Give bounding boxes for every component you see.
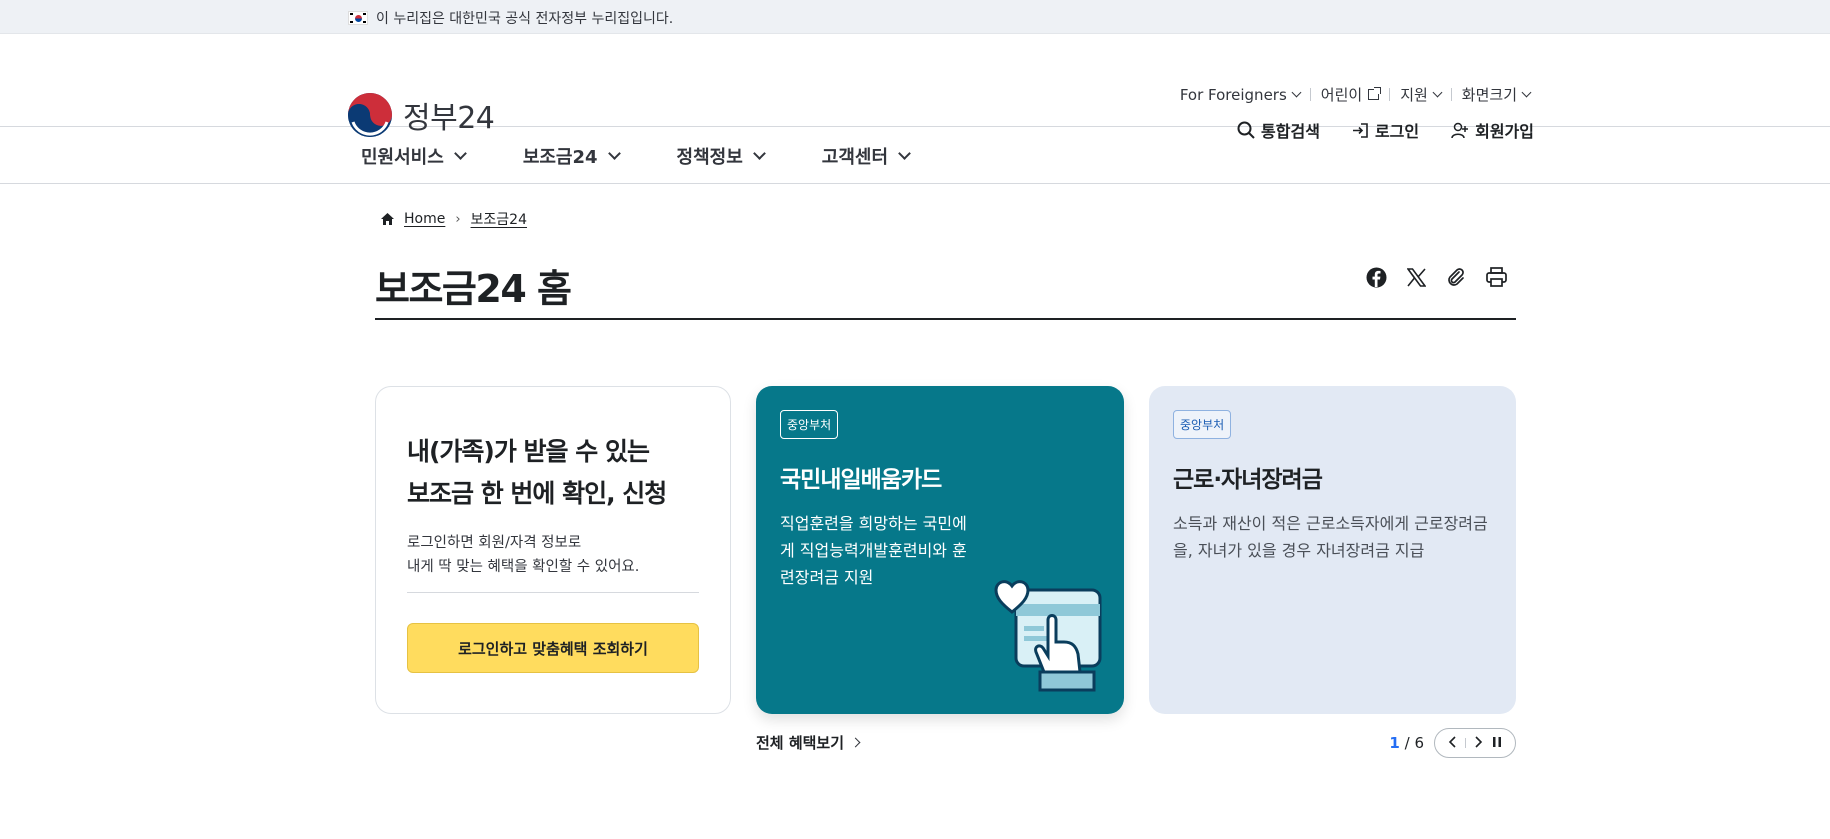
nav-label: 보조금24: [522, 146, 598, 168]
title-divider: [375, 318, 1516, 320]
support-label: 지원: [1400, 86, 1428, 104]
screen-size-menu[interactable]: 화면크기: [1452, 84, 1540, 105]
nav-label: 민원서비스: [361, 146, 444, 168]
benefit-title: 국민내일배움카드: [780, 467, 942, 493]
title-line-1: 내(가족)가 받을 수 있는: [407, 437, 650, 466]
facebook-icon[interactable]: [1365, 266, 1387, 288]
external-link-icon: [1368, 87, 1382, 100]
breadcrumb: Home › 보조금24: [381, 209, 527, 229]
nav-label: 정책정보: [676, 146, 743, 168]
breadcrumb-current-link[interactable]: 보조금24: [471, 209, 527, 229]
nav-label: 고객센터: [821, 146, 889, 168]
home-icon: [381, 213, 394, 225]
pause-slide-button[interactable]: [1492, 734, 1502, 752]
desc-line-2: 내게 딱 맞는 혜택을 확인할 수 있어요.: [407, 559, 640, 575]
gov-notice-text: 이 누리집은 대한민국 공식 전자정부 누리집입니다.: [376, 11, 674, 27]
benefit-slide-card[interactable]: 중앙부처 국민내일배움카드 직업훈련을 희망하는 국민에게 직업능력개발훈련비와…: [756, 386, 1124, 714]
next-slide-button[interactable]: [1475, 734, 1483, 752]
pause-icon: [1493, 737, 1502, 747]
divider: [407, 592, 699, 593]
chevron-right-icon: [850, 737, 861, 748]
benefit-description: 직업훈련을 희망하는 국민에게 직업능력개발훈련비와 훈련장려금 지원: [780, 514, 967, 587]
chevron-down-icon: [1521, 87, 1532, 98]
prev-slide-button[interactable]: [1448, 734, 1456, 752]
title-line-2: 보조금 한 번에 확인, 신청: [407, 479, 667, 508]
view-all-label: 전체 혜택보기: [756, 734, 845, 752]
benefit-title: 근로·자녀장려금: [1173, 467, 1323, 493]
chevron-left-icon: [1448, 736, 1456, 748]
page-title: 보조금24 홈: [375, 267, 572, 311]
personalized-benefit-desc: 로그인하면 회원/자격 정보로 내게 딱 맞는 혜택을 확인할 수 있어요.: [407, 531, 639, 579]
gov-notice-bar: 이 누리집은 대한민국 공식 전자정부 누리집입니다.: [0, 0, 1830, 34]
chevron-down-icon: [453, 147, 467, 160]
login-benefit-lookup-button[interactable]: 로그인하고 맞춤혜택 조회하기: [407, 623, 699, 673]
support-menu[interactable]: 지원: [1390, 84, 1451, 105]
chevron-down-icon: [1432, 87, 1443, 98]
share-toolbar: [1365, 266, 1507, 288]
nav-item-civil-service[interactable]: 민원서비스: [348, 127, 478, 184]
main-navigation: 민원서비스 보조금24 정책정보 고객센터: [0, 127, 1830, 184]
chevron-right-icon: [1475, 736, 1483, 748]
agency-badge: 중앙부처: [1173, 410, 1232, 439]
nav-item-customer-center[interactable]: 고객센터: [809, 127, 922, 184]
desc-line-1: 로그인하면 회원/자격 정보로: [407, 535, 582, 551]
benefit-slide-card[interactable]: 중앙부처 근로·자녀장려금 소득과 재산이 적은 근로소득자에게 근로장려금을,…: [1149, 386, 1516, 714]
link-icon[interactable]: [1445, 266, 1467, 288]
total-slides: / 6: [1404, 734, 1424, 752]
chevron-down-icon: [1291, 87, 1302, 98]
current-slide: 1: [1389, 734, 1400, 752]
utility-menu: For Foreigners 어린이 지원 화면크기: [1170, 84, 1540, 105]
chevron-down-icon: [752, 147, 766, 160]
site-header: 정부24 For Foreigners 어린이 지원 화면크기 통합검색 로그인…: [0, 34, 1830, 141]
kids-label: 어린이: [1320, 86, 1363, 104]
screen-size-label: 화면크기: [1461, 86, 1517, 104]
for-foreigners-menu[interactable]: For Foreigners: [1170, 86, 1310, 104]
nav-item-subsidy24[interactable]: 보조금24: [510, 127, 632, 184]
for-foreigners-label: For Foreigners: [1179, 85, 1287, 104]
slide-pager: 1 / 6: [1389, 728, 1516, 758]
nav-item-policy-info[interactable]: 정책정보: [664, 127, 777, 184]
agency-badge: 중앙부처: [780, 410, 839, 439]
benefit-description: 소득과 재산이 적은 근로소득자에게 근로장려금을, 자녀가 있을 경우 자녀장…: [1173, 514, 1488, 560]
view-all-benefits-link[interactable]: 전체 혜택보기: [756, 732, 861, 753]
chevron-down-icon: [607, 147, 621, 160]
korea-flag-icon: [348, 11, 368, 25]
print-icon[interactable]: [1485, 266, 1507, 288]
x-icon[interactable]: [1405, 266, 1427, 288]
slide-counter: 1 / 6: [1389, 734, 1424, 752]
slide-controls: [1434, 728, 1516, 758]
personalized-benefit-title: 내(가족)가 받을 수 있는 보조금 한 번에 확인, 신청: [407, 431, 667, 515]
kids-link[interactable]: 어린이: [1311, 84, 1389, 105]
divider: [1464, 738, 1466, 748]
chevron-down-icon: [898, 147, 911, 160]
chevron-right-icon: ›: [455, 211, 461, 227]
breadcrumb-home-link[interactable]: Home: [404, 211, 445, 227]
personalized-benefit-card: 내(가족)가 받을 수 있는 보조금 한 번에 확인, 신청 로그인하면 회원/…: [375, 386, 731, 714]
card-tap-illustration-icon: [994, 580, 1102, 692]
